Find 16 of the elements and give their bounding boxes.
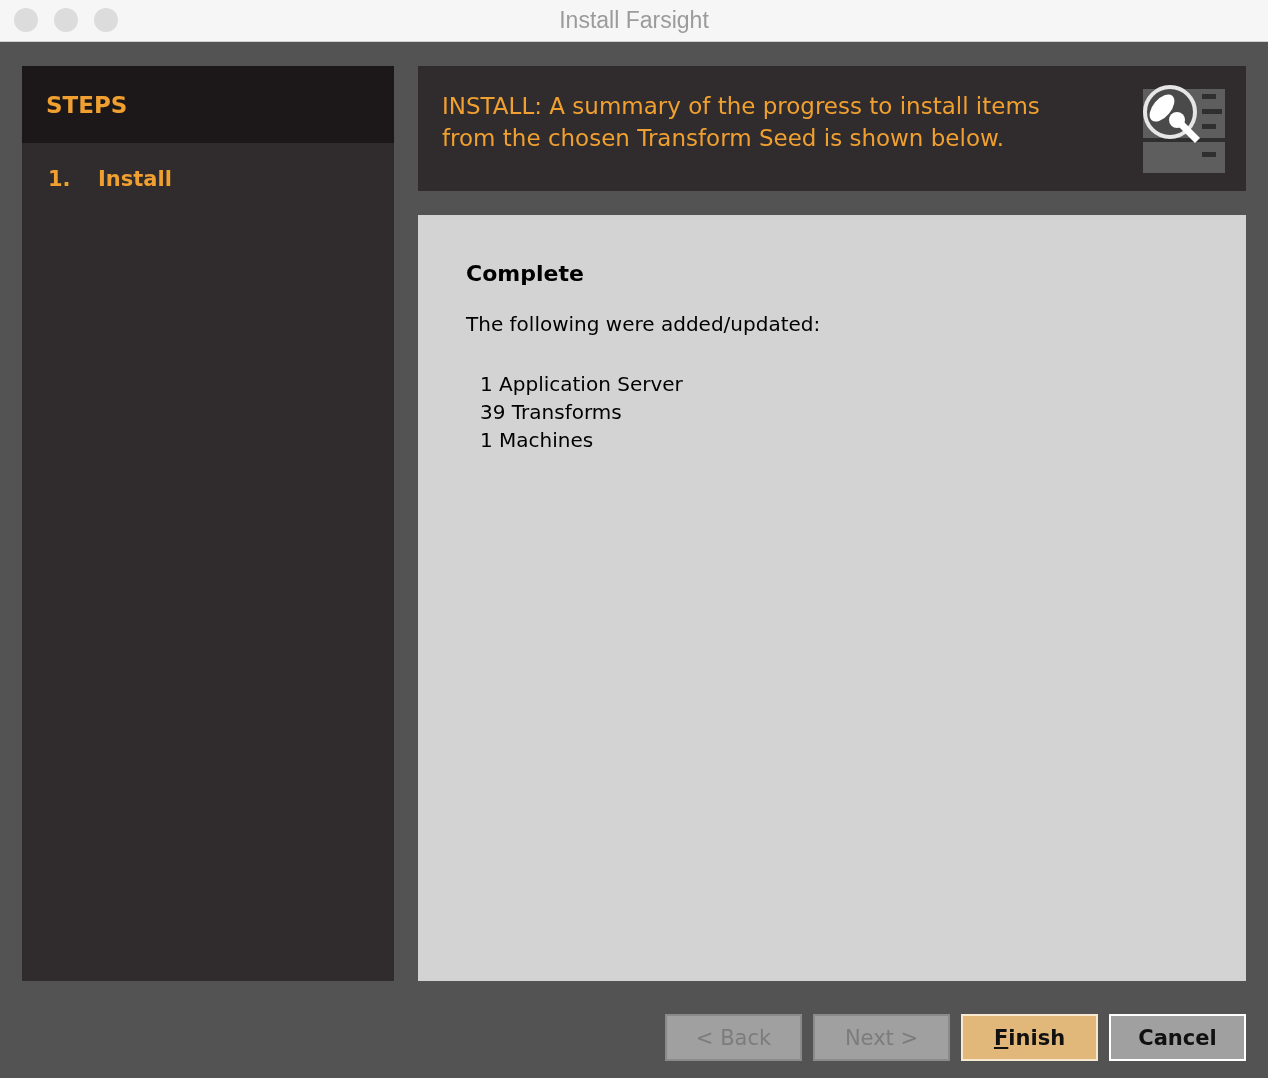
summary-item: 1 Application Server (480, 371, 684, 398)
step-label: Install (98, 167, 172, 191)
step-number: 1. (48, 167, 72, 191)
summary-heading: Complete (466, 261, 585, 286)
steps-title: STEPS (46, 91, 128, 118)
window-title: Install Farsight (559, 7, 709, 34)
search-wrench-icon (1140, 82, 1226, 174)
minimize-button[interactable] (54, 8, 78, 32)
wizard-button[interactable]: Finish (961, 1014, 1098, 1061)
summary-item: 39 Transforms (480, 399, 623, 426)
close-button[interactable] (14, 8, 38, 32)
zoom-button[interactable] (94, 8, 118, 32)
summary-intro: The following were added/updated: (466, 312, 822, 336)
summary-item: 1 Machines (480, 427, 595, 454)
header-text: INSTALL: A summary of the progress to install items from the chosen Transform Seed is shown below. (442, 92, 1041, 153)
wizard-button[interactable]: Cancel (1109, 1014, 1246, 1061)
